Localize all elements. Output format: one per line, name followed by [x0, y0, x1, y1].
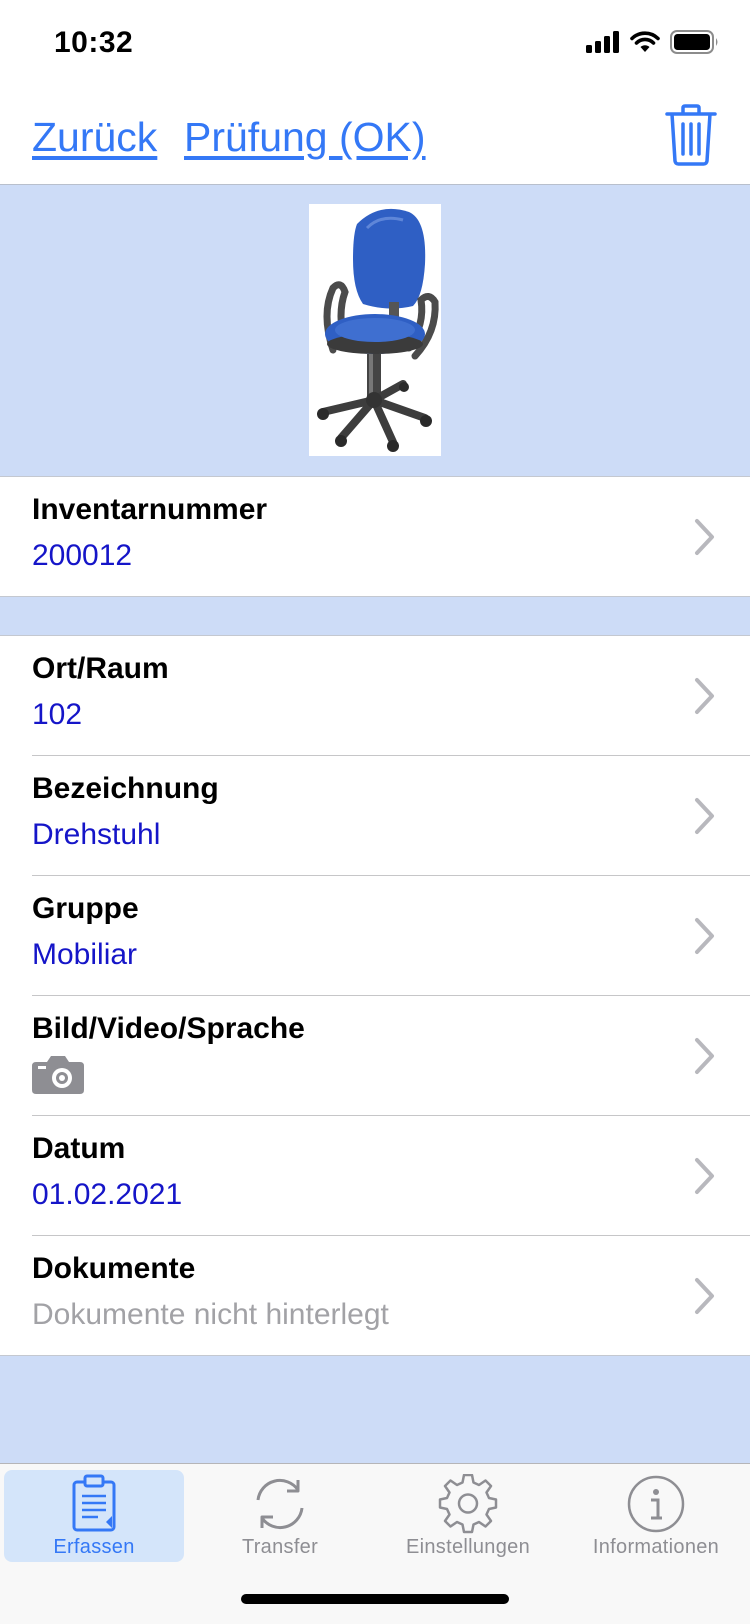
row-label: Datum [32, 1132, 126, 1165]
navigation-bar: Zurück Prüfung (OK) [0, 90, 750, 185]
row-value: Mobiliar [32, 938, 138, 971]
row-label: Ort/Raum [32, 652, 169, 685]
row-value: Dokumente nicht hinterlegt [32, 1298, 389, 1331]
tab-label: Transfer [241, 1536, 319, 1558]
status-bar: 10:32 [0, 0, 750, 90]
row-label: Bild/Video/Sprache [32, 1012, 305, 1045]
tab-label: Erfassen [53, 1536, 135, 1558]
row-media[interactable]: Bild/Video/Sprache [0, 996, 750, 1116]
tab-einstellungen[interactable]: Einstellungen [378, 1470, 558, 1562]
chevron-right-icon [695, 1038, 714, 1074]
row-location[interactable]: Ort/Raum 102 [0, 636, 750, 756]
row-designation[interactable]: Bezeichnung Drehstuhl [0, 756, 750, 876]
tab-erfassen[interactable]: Erfassen [4, 1470, 184, 1562]
camera-icon [32, 1056, 84, 1094]
chevron-right-icon [695, 678, 714, 714]
row-inventory-number[interactable]: Inventarnummer 200012 [0, 477, 750, 596]
row-label: Bezeichnung [32, 772, 219, 805]
row-value: 01.02.2021 [32, 1178, 183, 1211]
chevron-right-icon [695, 1278, 714, 1314]
row-value: Drehstuhl [32, 818, 161, 851]
office-chair-image [317, 208, 439, 452]
trash-icon[interactable] [664, 104, 718, 166]
tab-label: Einstellungen [406, 1536, 530, 1558]
row-label: Inventarnummer [32, 493, 268, 526]
chevron-right-icon [695, 918, 714, 954]
row-value: 102 [32, 698, 83, 731]
row-label: Dokumente [32, 1252, 196, 1285]
row-documents[interactable]: Dokumente Dokumente nicht hinterlegt [0, 1236, 750, 1355]
tab-transfer[interactable]: Transfer [190, 1470, 370, 1562]
gear-icon [438, 1474, 498, 1534]
row-label: Gruppe [32, 892, 139, 925]
home-indicator [241, 1594, 509, 1604]
tab-informationen[interactable]: Informationen [566, 1470, 746, 1562]
row-value: 200012 [32, 539, 133, 572]
section-spacer [0, 596, 750, 636]
row-date[interactable]: Datum 01.02.2021 [0, 1116, 750, 1236]
check-status-link[interactable]: Prüfung (OK) [184, 114, 426, 161]
battery-icon [670, 30, 718, 54]
item-photo[interactable] [309, 204, 441, 456]
cellular-signal-icon [586, 31, 619, 53]
photo-section [0, 185, 750, 477]
tab-label: Informationen [592, 1536, 720, 1558]
clipboard-icon [72, 1474, 116, 1532]
info-icon [627, 1475, 685, 1533]
status-time: 10:32 [54, 26, 134, 59]
back-link[interactable]: Zurück [32, 114, 157, 161]
sync-icon [256, 1479, 304, 1529]
bottom-spacer [0, 1355, 750, 1463]
chevron-right-icon [695, 1158, 714, 1194]
chevron-right-icon [695, 519, 714, 555]
chevron-right-icon [695, 798, 714, 834]
status-icons [586, 30, 720, 54]
wifi-icon [630, 31, 660, 52]
row-group[interactable]: Gruppe Mobiliar [0, 876, 750, 996]
